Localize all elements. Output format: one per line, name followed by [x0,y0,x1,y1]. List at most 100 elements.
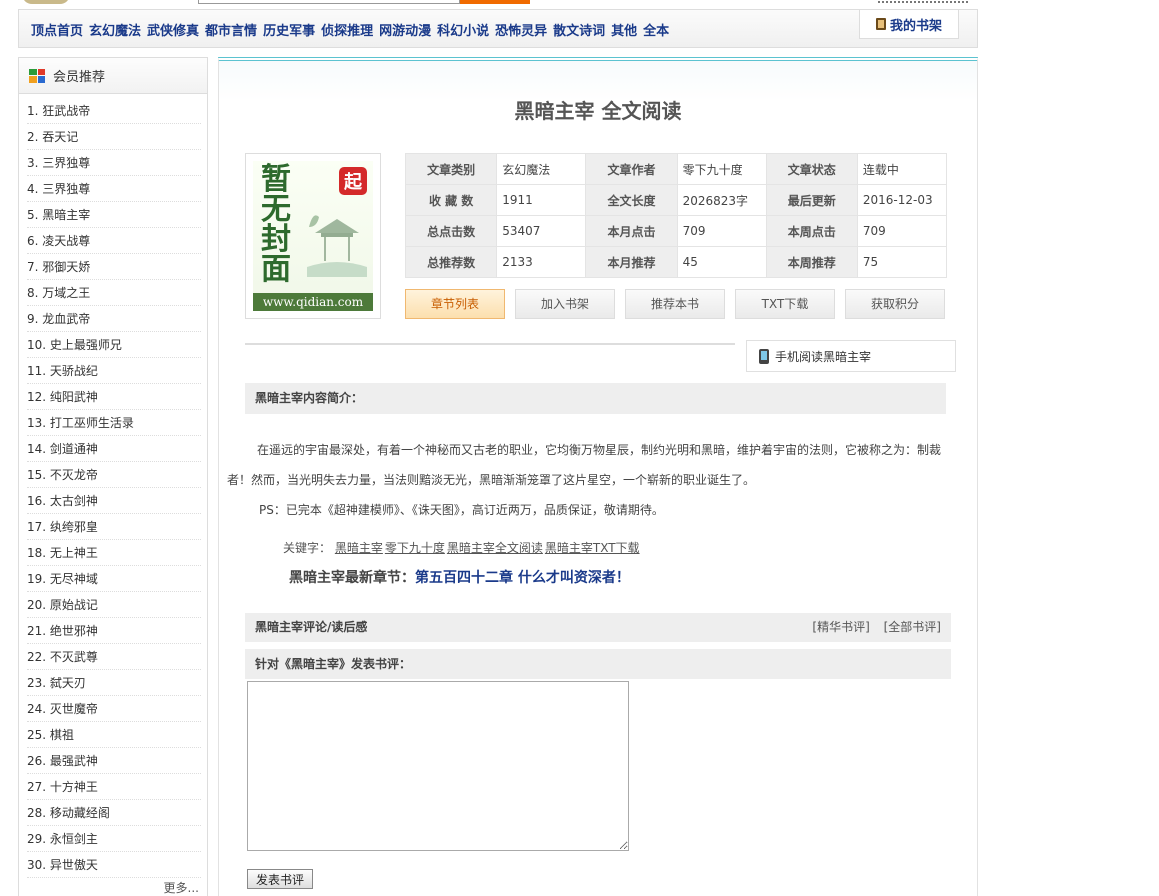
info-value: 2016-12-03 [856,184,948,216]
keyword-link[interactable]: 零下九十度 [385,541,445,555]
cover-placeholder-text: 暂无封面 [261,165,301,285]
recommend-list-item[interactable]: 8. 万域之王 [27,280,201,306]
nav-item[interactable]: 散文诗词 [553,20,605,39]
recommend-list-item[interactable]: 29. 永恒剑主 [27,826,201,852]
recommend-list-item[interactable]: 9. 龙血武帝 [27,306,201,332]
intro-text: 在遥远的宇宙最深处，有着一个神秘而又古老的职业，它均衡万物星辰，制约光明和黑暗，… [227,443,942,487]
book-title: 黑暗主宰 全文阅读 [514,99,682,123]
recommend-list-item[interactable]: 13. 打工巫师生活录 [27,410,201,436]
cover-char: 面 [261,252,291,287]
nav-item[interactable]: 历史军事 [263,20,315,39]
my-bookshelf-button[interactable]: 我的书架 [859,10,959,39]
nav-item[interactable]: 其他 [611,20,637,39]
book-info-row: 总点击数 53407 本月点击 709 本周点击 709 [404,215,948,247]
recommend-book-button[interactable]: 推荐本书 [625,289,725,319]
txt-download-button[interactable]: TXT下载 [735,289,835,319]
info-value: 连载中 [856,153,948,185]
recommend-list-item[interactable]: 6. 凌天战尊 [27,228,201,254]
recommend-list-item[interactable]: 20. 原始战记 [27,592,201,618]
info-key: 本周推荐 [765,246,858,278]
recommend-list-item[interactable]: 21. 绝世邪神 [27,618,201,644]
book-cover: 暂无封面 起 www.qidian.com [245,153,381,319]
cover-char: 封 [261,222,291,257]
recommend-list-item[interactable]: 23. 弑天刃 [27,670,201,696]
nav-item[interactable]: 顶点首页 [31,20,83,39]
recommend-list-item[interactable]: 2. 吞天记 [27,124,201,150]
book-info-row: 总推荐数 2133 本月推荐 45 本周推荐 75 [404,246,948,278]
nav-items: 顶点首页 玄幻魔法 武侠修真 都市言情 历史军事 侦探推理 网游动漫 科幻小说 恐怖灵异 散文诗词… [31,10,675,49]
recommend-list-item[interactable]: 3. 三界独尊 [27,150,201,176]
recommend-list-item[interactable]: 27. 十方神王 [27,774,201,800]
info-key: 文章类别 [404,153,498,185]
recommend-list-item[interactable]: 12. 纯阳武神 [27,384,201,410]
recommend-list-item[interactable]: 10. 史上最强师兄 [27,332,201,358]
info-value: 零下九十度 [676,153,767,185]
search-input-fragment[interactable] [198,0,460,4]
all-reviews-link[interactable]: [全部书评] [884,620,941,634]
cover-char: 无 [261,192,291,227]
book-action-buttons: 章节列表 加入书架 推荐本书 TXT下载 获取积分 [405,289,965,321]
info-key: 总点击数 [404,215,498,247]
info-value: 45 [676,246,767,278]
recommend-list-item[interactable]: 25. 棋祖 [27,722,201,748]
nav-item[interactable]: 侦探推理 [321,20,373,39]
ps-text: PS：已完本《超神建模师》、《诛天图》，高订近两万，品质保证，敬请期待。 [259,503,664,517]
recommend-list-item[interactable]: 1. 狂武战帝 [27,98,201,124]
keyword-link[interactable]: 黑暗主宰全文阅读 [447,541,543,555]
keyword-link[interactable]: 黑暗主宰 [335,541,383,555]
recommend-list-item[interactable]: 22. 不灭武尊 [27,644,201,670]
search-button-fragment[interactable] [460,0,530,4]
recommend-list-item[interactable]: 7. 邪御天娇 [27,254,201,280]
mobile-read-link[interactable]: 手机阅读黑暗主宰 [746,340,956,372]
recommend-list-item[interactable]: 17. 纨绔邪皇 [27,514,201,540]
book-info-table: 文章类别 玄幻魔法 文章作者 零下九十度 文章状态 连载中收 藏 数 1911 全文长度 202… [404,153,948,278]
recommend-list-item[interactable]: 30. 异世傲天 [27,852,201,878]
add-to-shelf-button[interactable]: 加入书架 [515,289,615,319]
keywords-label: 关键字： [283,541,332,555]
info-value: 709 [856,215,948,247]
info-key: 全文长度 [585,184,678,216]
info-value: 75 [856,246,948,278]
more-link[interactable]: 更多... [164,879,199,896]
review-heading-label: 黑暗主宰评论/读后感 [255,620,368,634]
latest-chapter-label: 黑暗主宰最新章节： [289,570,415,586]
review-textarea[interactable] [247,681,629,851]
bookshelf-icon [875,18,886,30]
chapter-list-button[interactable]: 章节列表 [405,289,505,319]
book-info-row: 收 藏 数 1911 全文长度 2026823字 最后更新 2016-12-03 [404,184,948,216]
cover-url: www.qidian.com [253,293,373,311]
member-recommend-panel: 会员推荐 1. 狂武战帝 2. 吞天记 3. 三界独尊 4. 三界独尊 5. 黑暗主宰 6… [18,57,208,896]
recommend-list-item[interactable]: 24. 灭世魔帝 [27,696,201,722]
recommend-list-item[interactable]: 16. 太古剑神 [27,488,201,514]
info-key: 总推荐数 [404,246,498,278]
info-value: 玄幻魔法 [496,153,587,185]
recommend-list-item[interactable]: 4. 三界独尊 [27,176,201,202]
info-key: 文章作者 [585,153,678,185]
nav-item[interactable]: 都市言情 [205,20,257,39]
recommend-list-item[interactable]: 11. 天骄战纪 [27,358,201,384]
latest-chapter-link[interactable]: 第五百四十二章 什么才叫资深者！ [415,570,630,586]
get-points-button[interactable]: 获取积分 [845,289,945,319]
nav-item[interactable]: 网游动漫 [379,20,431,39]
info-value: 2133 [496,246,587,278]
nav-item[interactable]: 全本 [643,20,669,39]
recommend-list-item[interactable]: 19. 无尽神域 [27,566,201,592]
my-bookshelf-label: 我的书架 [889,18,942,34]
keyword-link[interactable]: 黑暗主宰TXT下载 [545,541,640,555]
submit-review-button[interactable]: 发表书评 [247,869,313,889]
qidian-seal: 起 [339,167,367,195]
recommend-list-item[interactable]: 18. 无上神王 [27,540,201,566]
recommend-list-item[interactable]: 14. 剑道通神 [27,436,201,462]
nav-item[interactable]: 科幻小说 [437,20,489,39]
recommend-list-item[interactable]: 28. 移动藏经阁 [27,800,201,826]
post-review-heading: 针对《黑暗主宰》发表书评： [245,649,951,679]
phone-icon [759,348,769,364]
nav-item[interactable]: 玄幻魔法 [89,20,141,39]
nav-item[interactable]: 武侠修真 [147,20,199,39]
nav-item[interactable]: 恐怖灵异 [495,20,547,39]
best-reviews-link[interactable]: [精华书评] [812,620,869,634]
recommend-list-item[interactable]: 26. 最强武神 [27,748,201,774]
recommend-list-item[interactable]: 15. 不灭龙帝 [27,462,201,488]
cover-char: 暂 [261,162,291,197]
recommend-list-item[interactable]: 5. 黑暗主宰 [27,202,201,228]
